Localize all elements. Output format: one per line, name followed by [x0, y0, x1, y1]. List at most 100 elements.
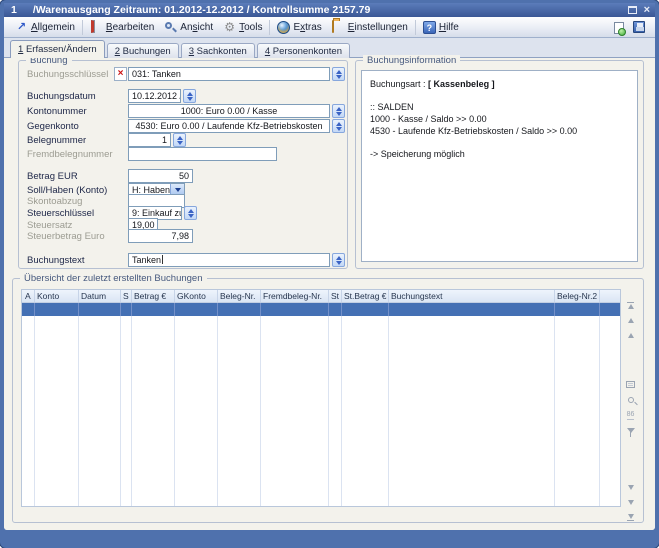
menu-bar: ↗ Allgemein Bearbeiten Ansicht ⚙ Tools E…	[4, 17, 655, 38]
selected-row[interactable]	[22, 303, 620, 316]
tab-buchungen[interactable]: 2 Buchungen	[107, 43, 179, 58]
menu-separator	[415, 20, 416, 35]
buchungsdatum-spinner[interactable]	[183, 89, 196, 103]
label-skontoabzug: Skontoabzug	[27, 196, 82, 207]
column-header-beleg-nr-2[interactable]: Beleg-Nr.2	[557, 290, 598, 302]
label-buchungsschluessel: Buchungsschlüssel	[27, 69, 108, 80]
goto-last-icon[interactable]	[623, 511, 638, 523]
tab-sachkonten[interactable]: 3 Sachkonten	[181, 43, 255, 58]
column-header-st-betrag-[interactable]: St.Betrag €	[344, 290, 387, 302]
row-down-icon[interactable]	[623, 481, 638, 493]
page-down-icon[interactable]	[623, 496, 638, 508]
kontonummer-combo[interactable]: 1000: Euro 0.00 / Kasse	[128, 104, 330, 118]
menu-item-allgemein[interactable]: ↗ Allgemein	[10, 19, 80, 36]
label-belegnummer: Belegnummer	[27, 135, 86, 146]
column-header-a[interactable]: A	[25, 290, 33, 302]
table-body[interactable]	[22, 316, 620, 506]
column-separator	[328, 316, 329, 506]
column-separator	[388, 290, 389, 302]
new-document-icon[interactable]	[614, 22, 624, 34]
buchungsdatum-field[interactable]: 10.12.2012 /Mo	[128, 89, 181, 103]
salden-header: :: SALDEN	[370, 101, 629, 113]
gegenkonto-spinner[interactable]	[332, 119, 345, 133]
clear-buchungsschluessel-icon[interactable]: ×	[114, 67, 127, 81]
column-header-fremdbeleg-nr-[interactable]: Fremdbeleg-Nr.	[263, 290, 327, 302]
saldo-line-2: 4530 - Laufende Kfz-Betriebskosten / Sal…	[370, 125, 629, 137]
menu-label: Extras	[293, 22, 321, 33]
column-separator	[78, 303, 79, 316]
column-separator	[388, 303, 389, 316]
column-header-st[interactable]: St	[331, 290, 340, 302]
count-badge-icon[interactable]: 86	[623, 409, 638, 421]
column-header-beleg-nr-[interactable]: Beleg-Nr.	[220, 290, 259, 302]
menu-item-ansicht[interactable]: Ansicht	[159, 19, 218, 36]
window-controls: ×	[628, 5, 650, 15]
column-header-konto[interactable]: Konto	[37, 290, 77, 302]
column-separator	[260, 303, 261, 316]
belegnummer-spinner[interactable]	[173, 133, 186, 147]
tab-erfassen-aendern[interactable]: 1 Erfassen/Ändern	[10, 40, 105, 58]
column-separator	[174, 290, 175, 302]
column-separator	[554, 316, 555, 506]
settings-folder-icon	[332, 20, 334, 33]
menu-item-extras[interactable]: Extras	[272, 19, 326, 36]
row-up-icon[interactable]	[623, 329, 638, 341]
buchungstext-combo[interactable]: Tanken	[128, 253, 330, 267]
group-buchungsinformation: Buchungsinformation Buchungsart : [ Kass…	[355, 60, 644, 269]
label-buchungstext: Buchungstext	[27, 255, 85, 266]
column-header-betrag-[interactable]: Betrag €	[134, 290, 173, 302]
column-separator	[131, 316, 132, 506]
buchungsschluessel-combo[interactable]: 031: Tanken	[128, 67, 330, 81]
goto-first-icon[interactable]	[623, 299, 638, 311]
column-header-blank[interactable]	[602, 290, 619, 302]
close-icon[interactable]: ×	[644, 5, 650, 15]
column-header-s[interactable]: S	[123, 290, 130, 302]
column-separator	[120, 303, 121, 316]
menu-item-einstellungen[interactable]: Einstellungen	[327, 19, 413, 36]
gegenkonto-combo[interactable]: 4530: Euro 0.00 / Laufende Kfz-Betriebsk…	[128, 119, 330, 133]
buchungsschluessel-spinner[interactable]	[332, 67, 345, 81]
group-buchung: Buchung Buchungsschlüssel × 031: Tanken …	[18, 60, 348, 269]
betrag-eur-field[interactable]: 50	[128, 169, 193, 183]
menu-separator	[269, 20, 270, 35]
group-uebersicht-label: Übersicht der zuletzt erstellten Buchung…	[20, 273, 207, 284]
group-uebersicht: Übersicht der zuletzt erstellten Buchung…	[12, 278, 644, 523]
column-separator	[34, 290, 35, 302]
menu-separator	[82, 20, 83, 35]
column-separator	[260, 290, 261, 302]
table-header-row: A Konto Datum S Betrag € GKonto Beleg-Nr. Fremd…	[22, 290, 620, 303]
steuerbetrag-field[interactable]: 7,98	[128, 229, 193, 243]
label-soll-haben: Soll/Haben (Konto)	[27, 185, 107, 196]
allgemein-arrow-icon: ↗	[15, 21, 28, 34]
fremdbelegnummer-field[interactable]	[128, 147, 277, 161]
column-header-buchungstext[interactable]: Buchungstext	[391, 290, 553, 302]
column-separator	[174, 316, 175, 506]
toolbar-right	[614, 21, 645, 34]
column-separator	[120, 316, 121, 506]
save-icon[interactable]	[633, 21, 645, 33]
page-up-icon[interactable]	[623, 314, 638, 326]
column-separator	[174, 303, 175, 316]
buchungstext-spinner[interactable]	[332, 253, 345, 267]
filter-icon[interactable]	[623, 424, 638, 436]
menu-item-bearbeiten[interactable]: Bearbeiten	[85, 19, 159, 36]
belegnummer-field[interactable]: 1	[128, 133, 171, 147]
column-separator	[217, 316, 218, 506]
column-separator	[328, 303, 329, 316]
steuerschluessel-spinner[interactable]	[184, 206, 197, 220]
column-header-gkonto[interactable]: GKonto	[177, 290, 216, 302]
tab-personenkonten[interactable]: 4 Personenkonten	[257, 43, 350, 58]
menu-item-hilfe[interactable]: ? Hilfe	[418, 19, 464, 36]
details-icon[interactable]	[623, 378, 638, 390]
label-betrag-eur: Betrag EUR	[27, 171, 78, 182]
title-bar[interactable]: 1 /Warenausgang Zeitraum: 01.2012-12.201…	[4, 3, 655, 17]
column-separator	[131, 290, 132, 302]
search-icon[interactable]	[623, 394, 638, 406]
kontonummer-spinner[interactable]	[332, 104, 345, 118]
maximize-icon[interactable]	[628, 6, 637, 14]
menu-item-tools[interactable]: ⚙ Tools	[218, 19, 267, 36]
column-header-datum[interactable]: Datum	[81, 290, 119, 302]
column-separator	[217, 290, 218, 302]
label-steuersatz: Steuersatz	[27, 220, 72, 231]
column-separator	[131, 303, 132, 316]
